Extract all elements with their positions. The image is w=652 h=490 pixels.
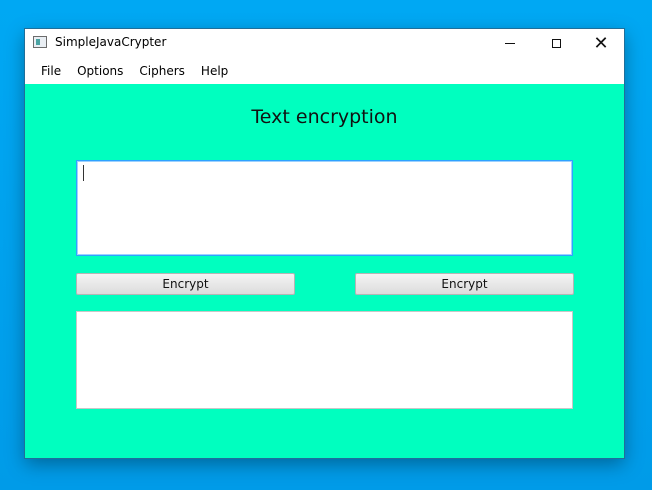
menu-help[interactable]: Help (193, 58, 236, 84)
close-button[interactable]: ✕ (578, 29, 624, 58)
menu-bar: File Options Ciphers Help (25, 58, 624, 84)
close-icon: ✕ (593, 32, 609, 54)
main-content: Text encryption Encrypt Encrypt (25, 84, 624, 458)
page-title: Text encryption (251, 106, 398, 128)
encrypt-button-left[interactable]: Encrypt (76, 273, 295, 295)
minimize-button[interactable] (487, 29, 533, 58)
menu-file[interactable]: File (33, 58, 69, 84)
maximize-button[interactable] (533, 29, 579, 58)
maximize-icon (551, 39, 561, 48)
encrypt-button-right[interactable]: Encrypt (355, 273, 574, 295)
title-bar[interactable]: SimpleJavaCrypter ✕ (25, 29, 624, 58)
menu-ciphers[interactable]: Ciphers (131, 58, 193, 84)
plaintext-input[interactable] (76, 160, 573, 256)
output-text-area[interactable] (76, 311, 573, 409)
menu-options[interactable]: Options (69, 58, 131, 84)
minimize-icon (505, 43, 515, 44)
app-window-icon (33, 36, 47, 48)
app-window: SimpleJavaCrypter ✕ File Options Ciphers… (25, 29, 624, 458)
text-caret (83, 165, 84, 181)
window-title: SimpleJavaCrypter (55, 35, 167, 49)
